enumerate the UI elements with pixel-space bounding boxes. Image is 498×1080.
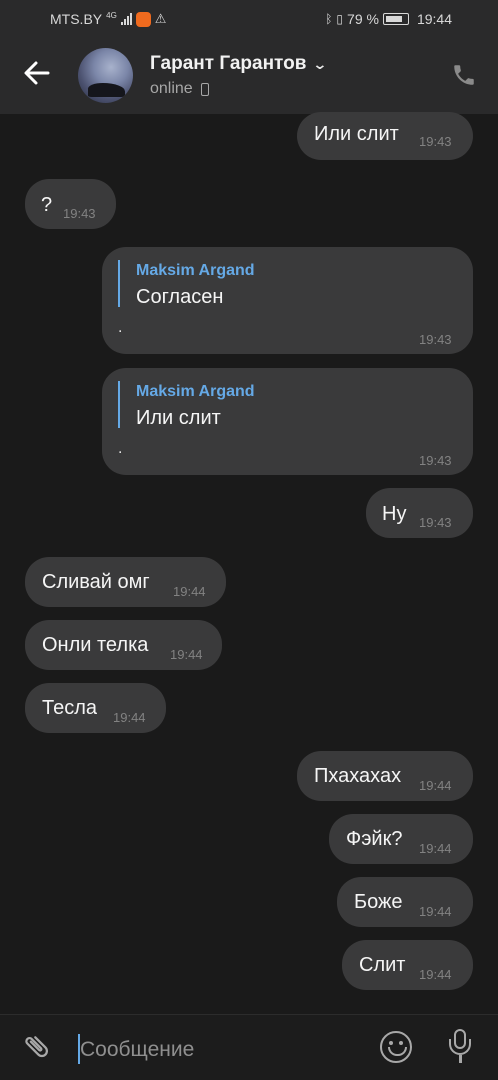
carrier-label: MTS.BY	[50, 11, 103, 27]
reply-author[interactable]: Maksim Argand	[136, 383, 255, 401]
message-list[interactable]: Или слит 19:43 ? 19:43 Maksim Argand Сог…	[0, 112, 498, 1014]
message-time: 19:44	[419, 778, 452, 793]
message-bubble-reply[interactable]: Maksim Argand Или слит . 19:43	[102, 368, 473, 475]
message-time: 19:44	[170, 647, 203, 662]
message-time: 19:44	[419, 904, 452, 919]
message-time: 19:44	[419, 841, 452, 856]
message-bubble-outgoing[interactable]: Пхахахах 19:44	[297, 751, 473, 801]
signal-icon	[120, 13, 132, 25]
microphone-stem	[459, 1055, 462, 1063]
message-text: ?	[41, 194, 53, 216]
message-bubble-outgoing[interactable]: Ну 19:43	[366, 488, 473, 538]
paperclip-icon[interactable]	[15, 1025, 62, 1072]
message-text: Онли телка	[42, 634, 149, 656]
battery-icon	[382, 13, 409, 25]
message-bubble-outgoing[interactable]: Или слит 19:43	[297, 112, 473, 160]
status-bar: MTS.BY 4G ⚠ ᛒ ▯ 79 % 19:44	[0, 0, 498, 38]
message-text: Боже	[354, 891, 403, 913]
message-time: 19:43	[419, 134, 452, 149]
message-time: 19:43	[419, 453, 452, 468]
battery-percent: 79 %	[347, 11, 379, 27]
message-time: 19:44	[113, 710, 146, 725]
vibrate-icon: ▯	[336, 12, 344, 26]
microphone-holder	[449, 1039, 471, 1055]
reply-quote-text[interactable]: Или слит	[136, 407, 221, 430]
message-text: Фэйк?	[346, 828, 403, 850]
app-notification-icon	[135, 11, 151, 27]
message-time: 19:44	[419, 967, 452, 982]
message-composer	[0, 1014, 498, 1080]
message-time: 19:43	[419, 515, 452, 530]
message-text: Или слит	[314, 123, 399, 145]
message-bubble-outgoing[interactable]: Боже 19:44	[337, 877, 473, 927]
message-text: Тесла	[42, 697, 98, 719]
mobile-device-icon	[200, 82, 209, 96]
warning-icon: ⚠	[154, 11, 167, 26]
message-time: 19:44	[173, 584, 206, 599]
phone-call-icon[interactable]	[450, 62, 478, 90]
contact-name-label: Гарант Гарантов	[150, 53, 307, 74]
reply-bar	[118, 260, 120, 307]
avatar[interactable]	[78, 48, 133, 103]
status-bar-left: MTS.BY 4G ⚠	[50, 11, 166, 27]
message-bubble-outgoing[interactable]: Фэйк? 19:44	[329, 814, 473, 864]
message-bubble-incoming[interactable]: Сливай омг 19:44	[25, 557, 226, 607]
message-bubble-incoming[interactable]: Онли телка 19:44	[25, 620, 222, 670]
message-time: 19:43	[419, 332, 452, 347]
message-bubble-incoming[interactable]: Тесла 19:44	[25, 683, 166, 733]
message-text: .	[118, 440, 123, 457]
message-bubble-outgoing[interactable]: Слит 19:44	[342, 940, 473, 990]
contact-status-label: online	[150, 80, 193, 97]
message-bubble-incoming[interactable]: ? 19:43	[25, 179, 116, 229]
network-type-label: 4G	[106, 11, 117, 20]
message-text: Сливай омг	[42, 571, 150, 593]
message-text: Ну	[382, 503, 407, 525]
back-arrow-icon[interactable]	[22, 58, 54, 94]
contact-name[interactable]: Гарант Гарантов ⌄	[150, 53, 328, 75]
message-text: .	[118, 319, 123, 336]
message-input[interactable]	[80, 1035, 350, 1065]
message-bubble-reply[interactable]: Maksim Argand Согласен . 19:43	[102, 247, 473, 354]
battery-fill	[385, 16, 402, 22]
reply-quote-text[interactable]: Согласен	[136, 286, 223, 309]
contact-status: online	[150, 80, 209, 98]
reply-author[interactable]: Maksim Argand	[136, 262, 255, 280]
message-text: Слит	[359, 954, 406, 976]
bluetooth-icon: ᛒ	[325, 12, 333, 26]
emoji-icon[interactable]	[380, 1031, 412, 1063]
message-text: Пхахахах	[314, 765, 402, 787]
chevron-down-icon[interactable]: ⌄	[313, 56, 328, 73]
message-time: 19:43	[63, 206, 96, 221]
status-bar-right: ᛒ ▯ 79 % 19:44	[325, 11, 452, 27]
microphone-icon[interactable]	[446, 1029, 474, 1067]
clock: 19:44	[416, 11, 452, 27]
chat-header: Гарант Гарантов ⌄ online	[0, 38, 498, 114]
reply-bar	[118, 381, 120, 428]
